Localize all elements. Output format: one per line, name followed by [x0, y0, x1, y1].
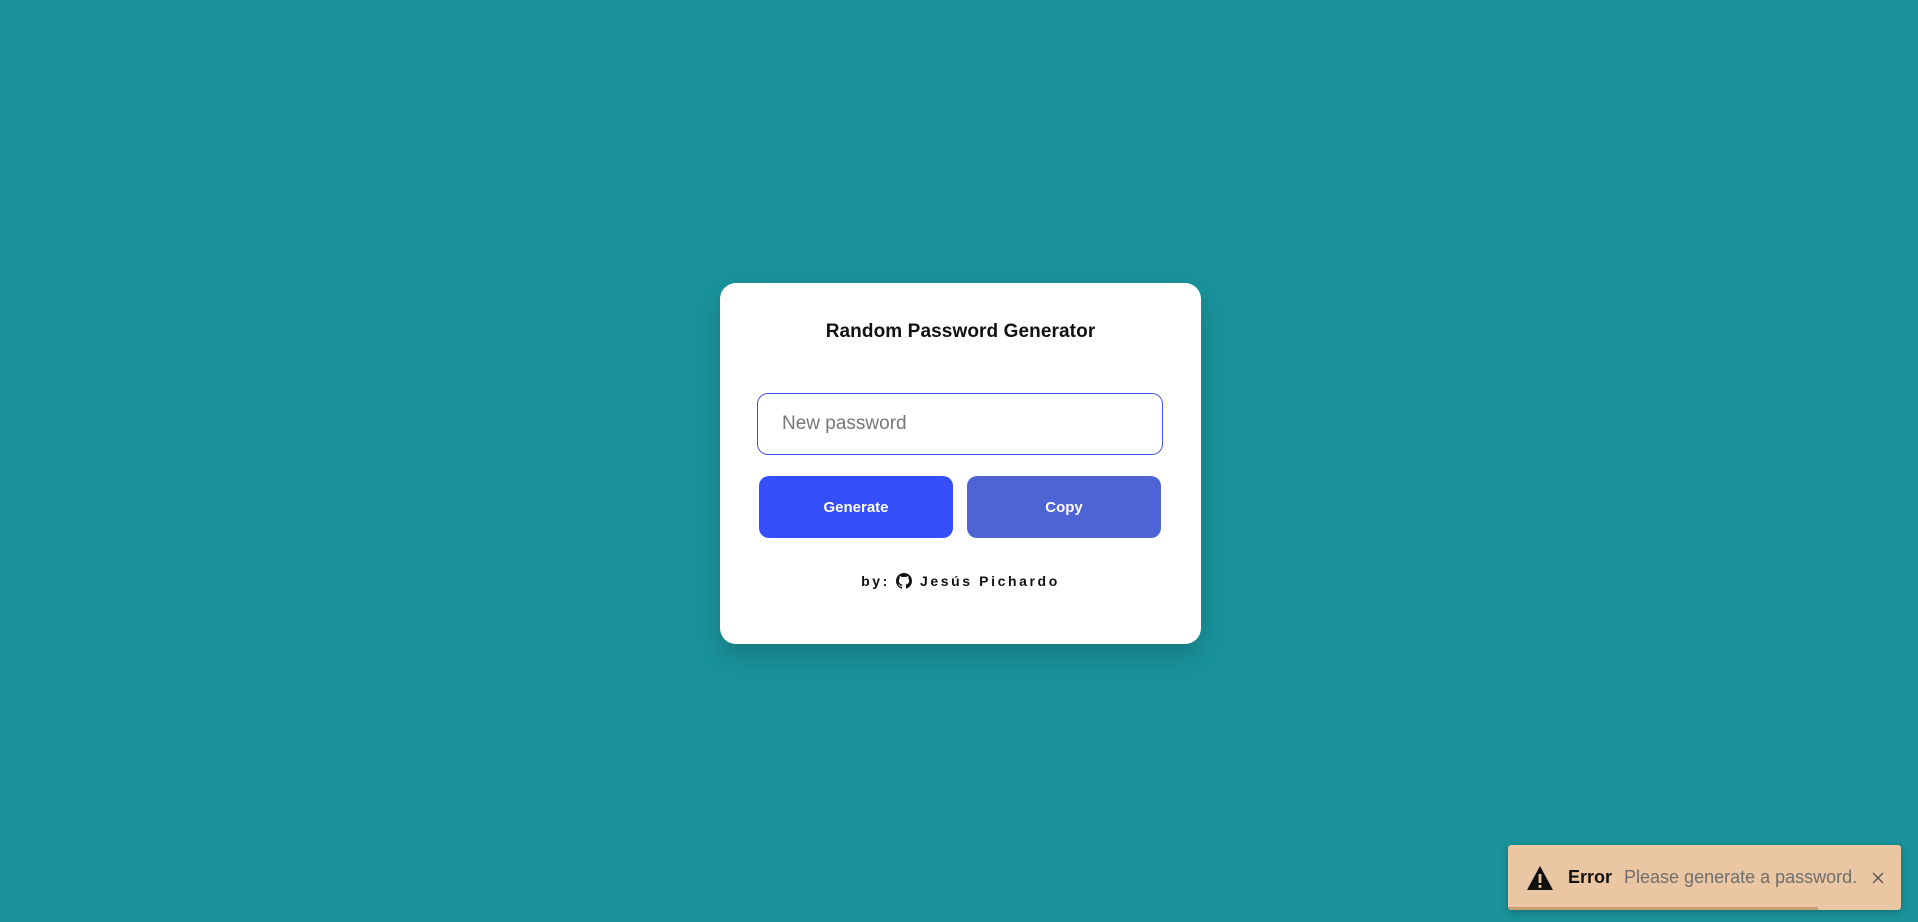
close-icon[interactable] — [1869, 869, 1887, 887]
credit-prefix: by: — [861, 573, 890, 589]
card-title: Random Password Generator — [825, 321, 1096, 342]
author-credit: by: Jesús Pichardo — [720, 573, 1201, 589]
github-icon — [895, 573, 912, 589]
warning-icon — [1526, 865, 1554, 891]
toast-title: Error — [1568, 867, 1613, 887]
password-input[interactable] — [757, 393, 1163, 455]
author-link[interactable]: Jesús Pichardo — [920, 573, 1060, 589]
copy-button[interactable]: Copy — [967, 476, 1161, 538]
toast-message: Please generate a password. — [1624, 867, 1858, 887]
password-generator-card: Random Password Generator Generate Copy … — [720, 283, 1201, 644]
generate-button[interactable]: Generate — [759, 476, 953, 538]
toast-progress-bar — [1508, 907, 1819, 910]
error-toast: Error Please generate a password. — [1508, 845, 1901, 910]
